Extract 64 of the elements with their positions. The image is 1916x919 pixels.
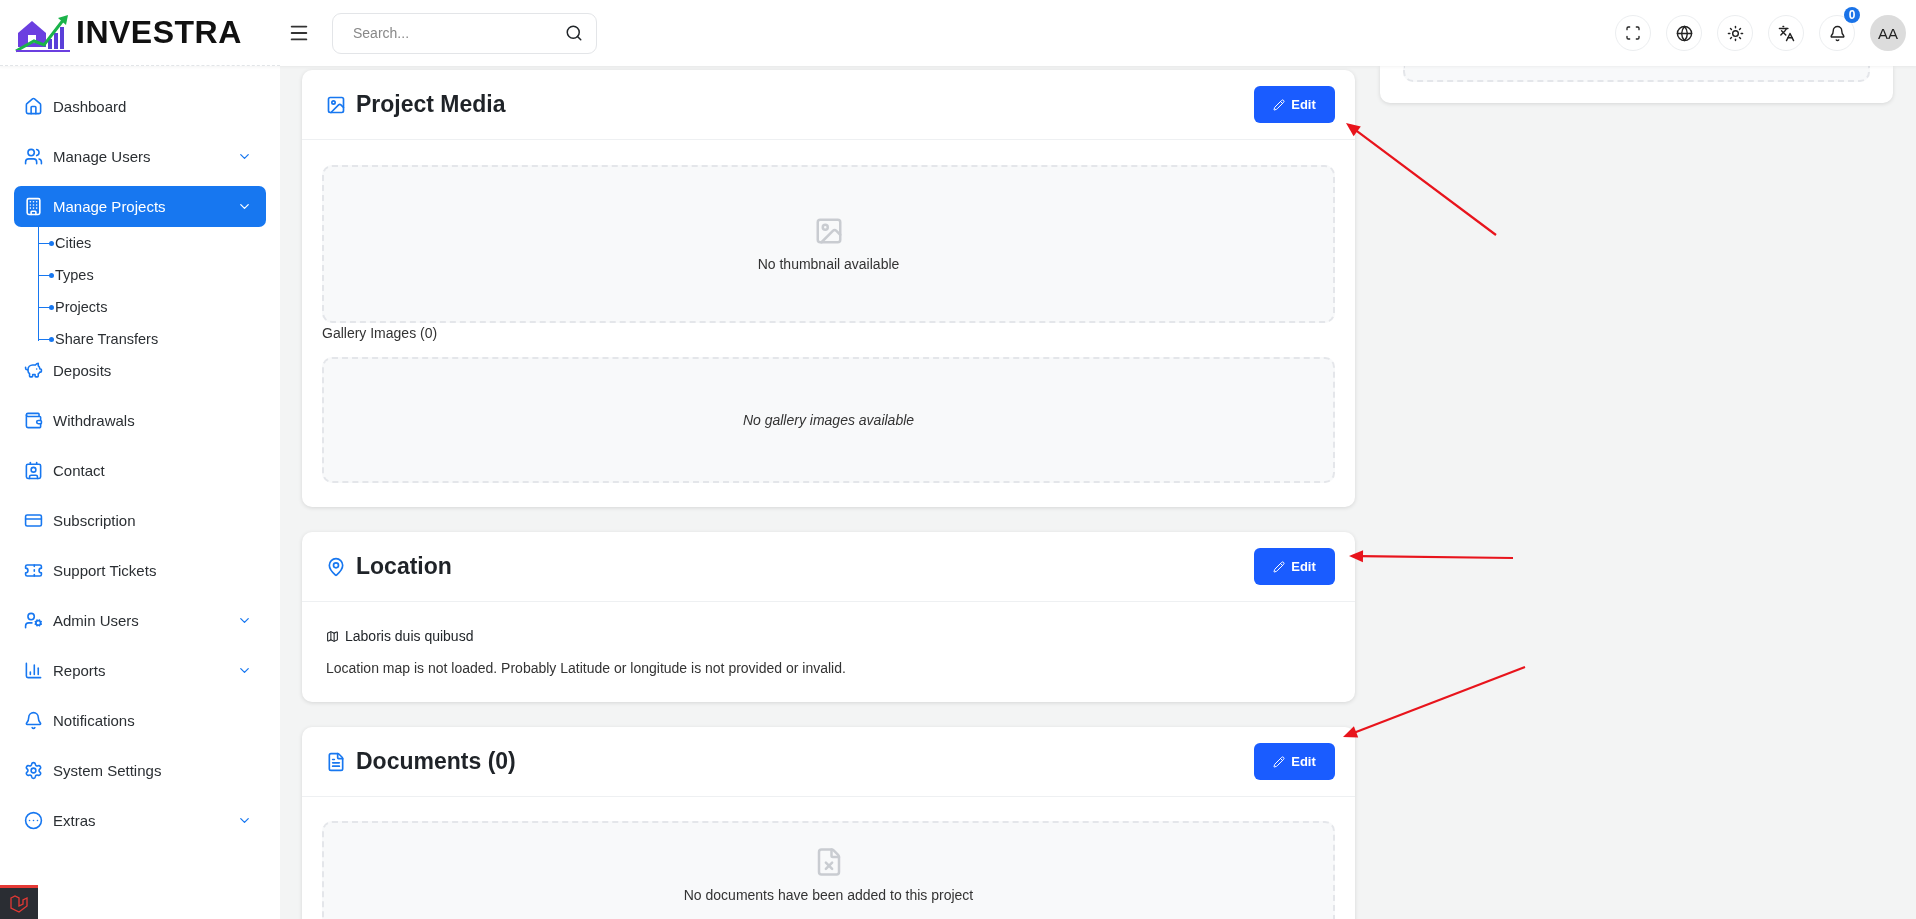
submenu-item[interactable]: Cities (39, 227, 92, 259)
edit-button[interactable]: Edit (1254, 548, 1335, 585)
submenu-item[interactable]: Types (39, 259, 94, 291)
sidebar-item[interactable]: Extras (14, 800, 266, 841)
contact-card-icon (24, 461, 43, 480)
globe-icon (1675, 24, 1693, 42)
submenu-item[interactable]: Projects (39, 291, 108, 323)
sidebar-item[interactable]: Support Tickets (14, 550, 266, 591)
empty-message: No thumbnail available (757, 256, 900, 272)
pencil-icon (1273, 560, 1286, 573)
sidebar-item[interactable]: Withdrawals (14, 400, 266, 441)
sidebar-item[interactable]: Dashboard (14, 86, 266, 127)
empty-message: No gallery images available (742, 412, 915, 428)
logo-icon (14, 12, 72, 53)
map-icon (326, 629, 339, 643)
sidebar-item[interactable]: Manage Projects (14, 186, 266, 227)
fullscreen-button[interactable] (1615, 15, 1651, 51)
address-text: Laboris duis quibusd (345, 628, 474, 644)
map-pin-icon (326, 556, 346, 577)
sidebar-item[interactable]: Manage Users (14, 136, 266, 177)
translate-icon (1777, 24, 1795, 42)
image-icon (326, 94, 346, 115)
sidebar-item[interactable]: Subscription (14, 500, 266, 541)
card-title: Location (356, 553, 453, 580)
user-gear-icon (24, 611, 43, 630)
ticket-icon (24, 561, 43, 580)
location-message: Location map is not loaded. Probably Latitude or longitude is not provided or invalid. (326, 660, 847, 676)
piggy-bank-icon (24, 361, 43, 380)
search-icon (565, 23, 583, 42)
sidebar-item[interactable]: Contact (14, 450, 266, 491)
brand-name: INVESTRA (76, 14, 242, 51)
globe-button[interactable] (1666, 15, 1702, 51)
house-icon (24, 97, 43, 116)
edit-button[interactable]: Edit (1254, 86, 1335, 123)
sidebar-item[interactable]: Reports (14, 650, 266, 691)
card-title: Documents (0) (356, 748, 517, 775)
bell-icon (1828, 24, 1846, 42)
gallery-label: Gallery Images (0) (322, 325, 439, 341)
sun-icon (1726, 24, 1744, 42)
building-icon (24, 197, 43, 216)
translate-button[interactable] (1768, 15, 1804, 51)
pencil-icon (1273, 755, 1286, 768)
pencil-icon (1273, 98, 1286, 111)
users-icon (24, 147, 43, 166)
sidebar-item[interactable]: System Settings (14, 750, 266, 791)
bell-icon (24, 711, 43, 730)
ellipsis-circle-icon (24, 811, 43, 830)
wallet-icon (24, 411, 43, 430)
cube-icon (9, 893, 29, 914)
sidebar-item[interactable]: Notifications (14, 700, 266, 741)
sun-button[interactable] (1717, 15, 1753, 51)
edit-button[interactable]: Edit (1254, 743, 1335, 780)
document-icon (326, 751, 346, 772)
card-icon (24, 511, 43, 530)
fullscreen-icon (1625, 25, 1641, 41)
user-avatar[interactable]: AA (1870, 15, 1906, 51)
debug-bar-button[interactable] (0, 885, 38, 919)
settings-icon (24, 761, 43, 780)
card-title: Project Media (356, 91, 507, 118)
bar-chart-icon (24, 661, 43, 680)
sidebar-item[interactable]: Admin Users (14, 600, 266, 641)
empty-message: No documents have been added to this project (683, 887, 974, 903)
search-field[interactable]: Search... (332, 12, 597, 54)
notification-badge: 0 (1844, 7, 1860, 23)
